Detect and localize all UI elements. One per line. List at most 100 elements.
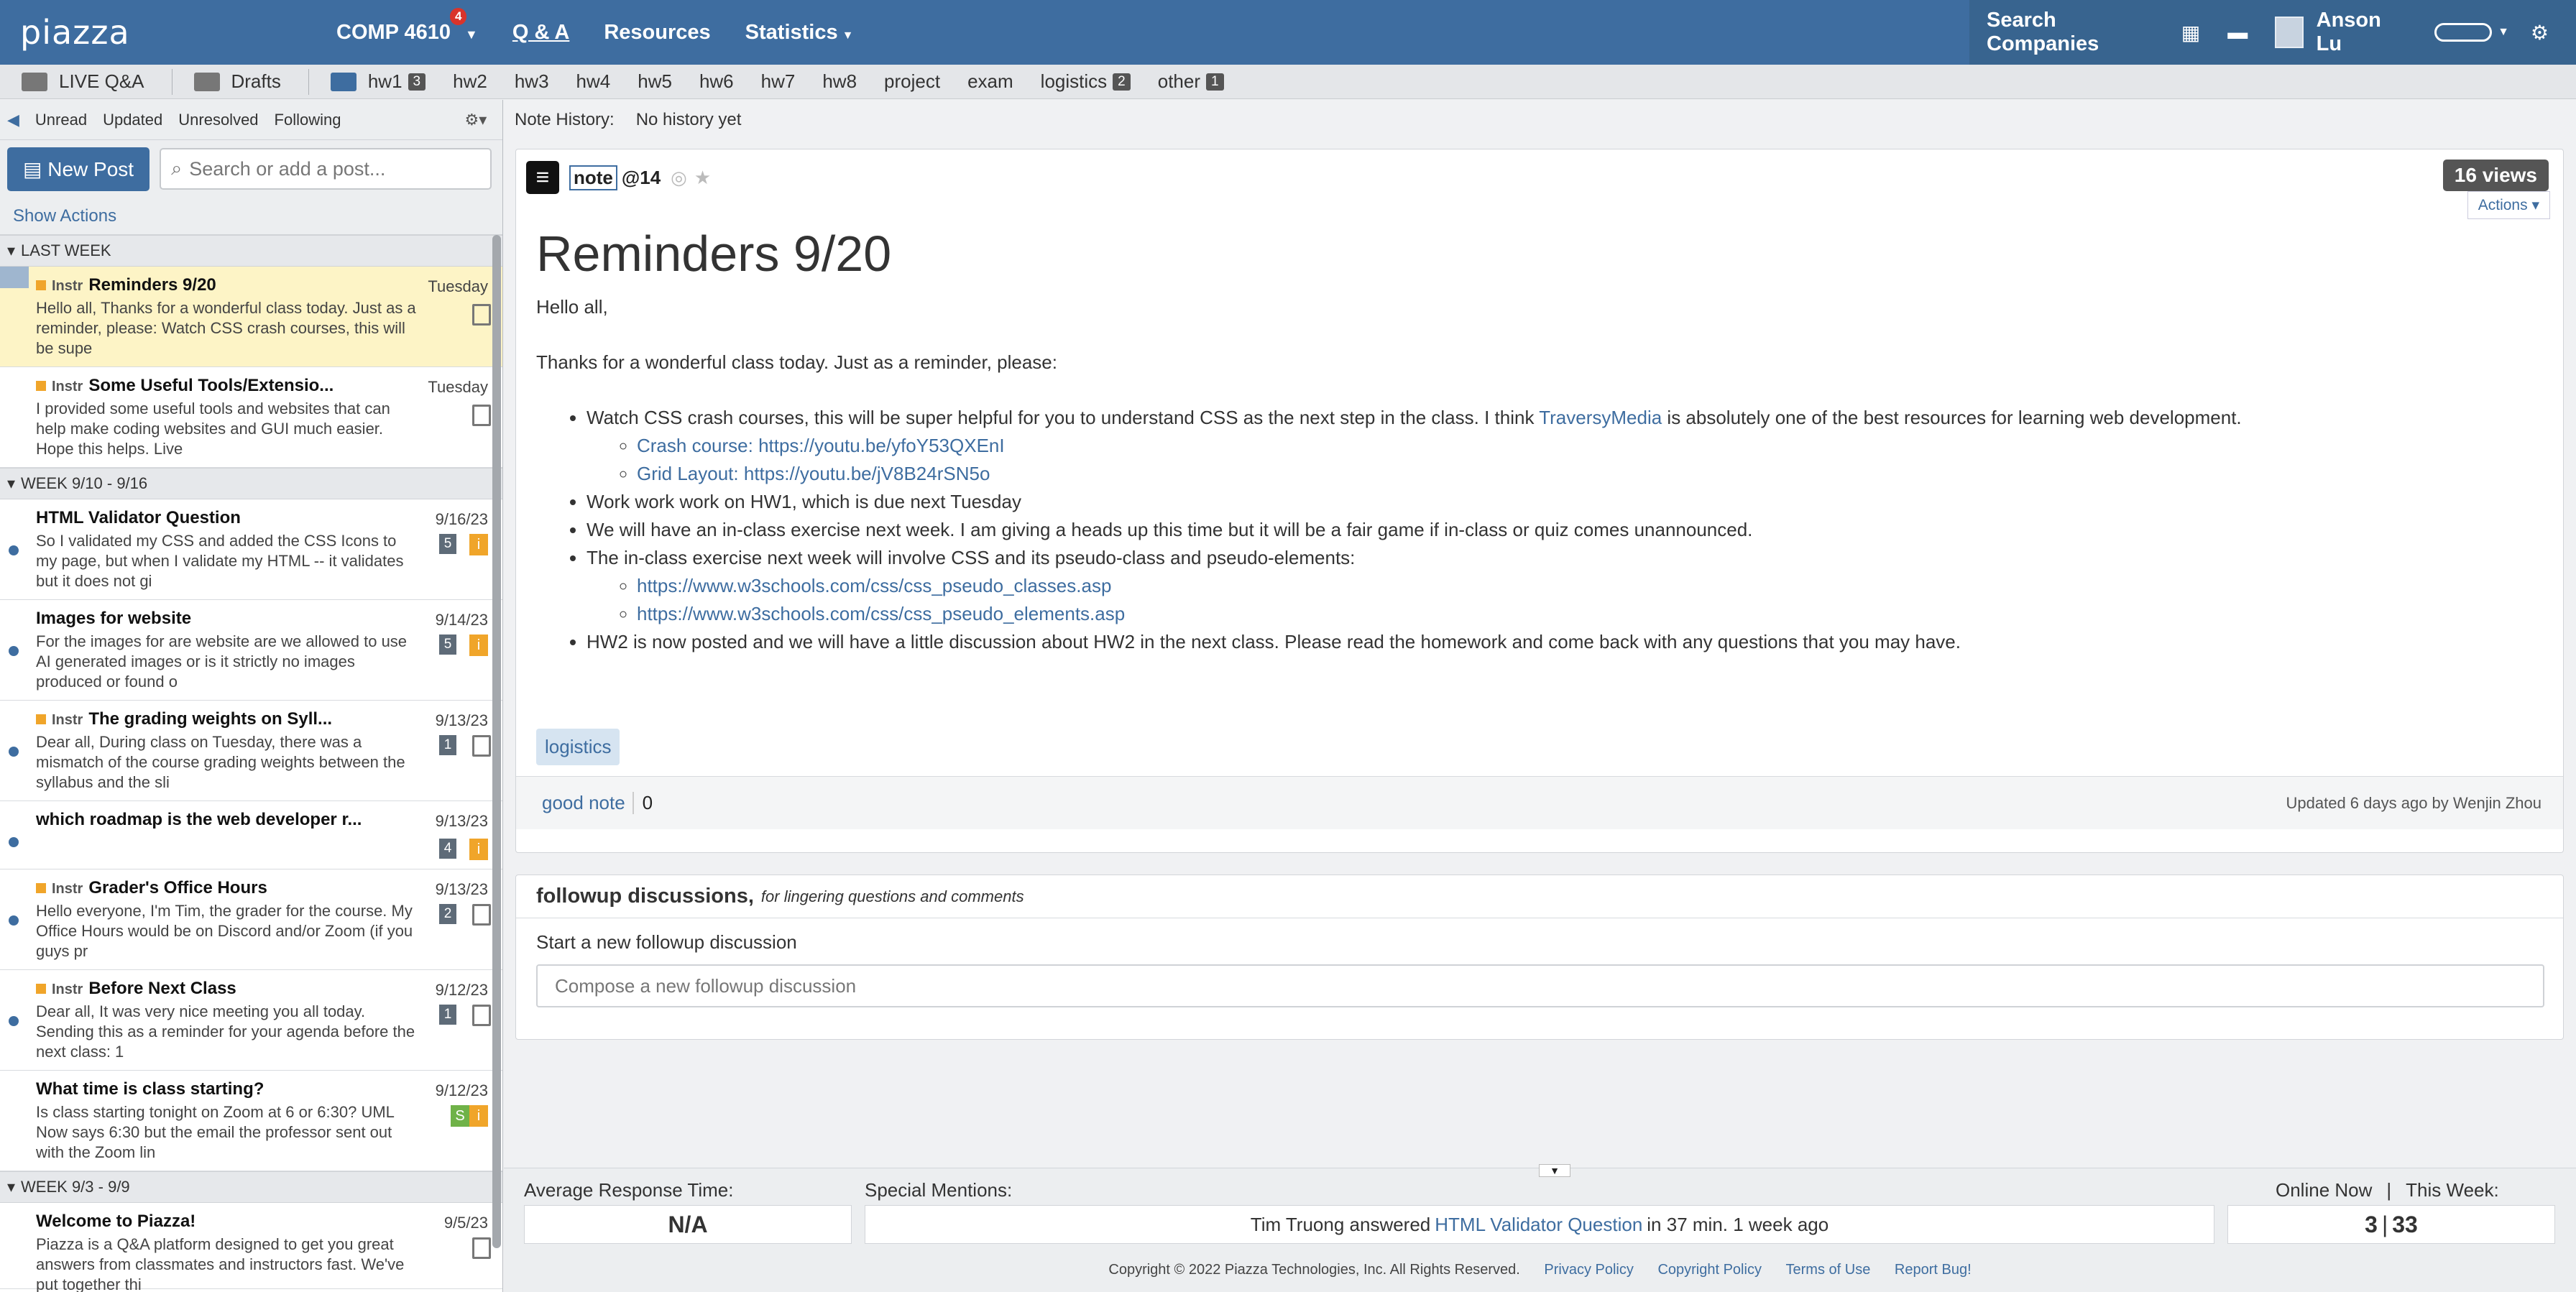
star-icon[interactable]: ★: [694, 167, 711, 189]
folder-hw5[interactable]: hw5: [638, 70, 672, 93]
dropdown-icon[interactable]: [0, 267, 29, 288]
group-header-week-9-3[interactable]: ▾ WEEK 9/3 - 9/9: [0, 1171, 502, 1203]
folder-hw4[interactable]: hw4: [576, 70, 611, 93]
list-item[interactable]: HTML Validator Question 9/16/23 So I vali…: [0, 499, 502, 600]
instructor-answer-icon: i: [469, 839, 488, 860]
folder-live-qa[interactable]: LIVE Q&A: [22, 70, 144, 93]
list-item[interactable]: Instr Some Useful Tools/Extensio... Tuesd…: [0, 367, 502, 468]
list-item[interactable]: which roadmap is the web developer r... 9…: [0, 801, 502, 869]
search-icon: ⌕: [171, 157, 183, 179]
list-item[interactable]: Welcome to Piazza! 9/5/23 Piazza is a Q&A…: [0, 1203, 502, 1292]
list-item[interactable]: Instr The grading weights on Syll... 9/13/…: [0, 701, 502, 801]
group-header-week-9-10[interactable]: ▾ WEEK 9/10 - 9/16: [0, 468, 502, 499]
search-companies-link[interactable]: Search Companies: [1987, 9, 2153, 56]
nav-resources[interactable]: Resources: [604, 21, 710, 45]
list-item[interactable]: What time is class starting? 9/12/23 Is c…: [0, 1071, 502, 1171]
student-answer-icon: S: [451, 1105, 469, 1127]
calendar-icon[interactable]: ▦: [2181, 21, 2200, 45]
note-icon: [472, 405, 491, 426]
expand-arrow-icon[interactable]: ▼: [1539, 1164, 1570, 1177]
folder-hw2[interactable]: hw2: [453, 70, 487, 93]
unread-dot-icon: [9, 915, 19, 926]
scrollbar[interactable]: [492, 235, 501, 1248]
list-item[interactable]: Instr Reminders 9/20 Tuesday Hello all, T…: [0, 267, 502, 367]
traversymedia-link[interactable]: TraversyMedia: [1539, 407, 1662, 428]
folder-hw3[interactable]: hw3: [515, 70, 549, 93]
course-selector[interactable]: COMP 4610 4 ▼: [336, 7, 478, 45]
followup-compose-input[interactable]: Compose a new followup discussion: [536, 964, 2544, 1007]
new-post-button[interactable]: ▤ New Post: [7, 147, 150, 191]
folder-hw1[interactable]: hw1 3: [330, 70, 426, 93]
chat-icon[interactable]: ▬: [2227, 21, 2248, 44]
page-title: Reminders 9/20: [536, 226, 892, 282]
unread-dot-icon: [9, 545, 19, 555]
folder-icon: [330, 72, 356, 91]
grid-layout-link[interactable]: Grid Layout: https://youtu.be/jV8B24rSN5…: [637, 463, 990, 484]
unread-dot-icon: [9, 1016, 19, 1026]
show-actions-link[interactable]: Show Actions: [0, 198, 502, 235]
chevron-down-icon[interactable]: ▼: [2498, 26, 2509, 39]
watch-icon[interactable]: ◎: [671, 167, 687, 189]
views-badge: 16 views: [2442, 160, 2549, 191]
folder-other[interactable]: other 1: [1158, 70, 1224, 93]
avatar[interactable]: [2275, 17, 2304, 48]
updated-text: Updated 6 days ago by Wenjin Zhou: [2286, 793, 2542, 812]
unread-dot-icon: [9, 747, 19, 757]
filter-updated[interactable]: Updated: [103, 111, 162, 129]
gear-icon[interactable]: ⚙: [2531, 21, 2549, 45]
folder-hw7[interactable]: hw7: [761, 70, 796, 93]
note-footer: good note 0 Updated 6 days ago by Wenjin…: [516, 776, 2563, 829]
note-body: Hello all, Thanks for a wonderful class …: [536, 293, 2534, 656]
filter-unread[interactable]: Unread: [35, 111, 87, 129]
terms-link[interactable]: Terms of Use: [1786, 1262, 1871, 1278]
note-view: Note History: No history yet ≡ note @14 ◎…: [504, 100, 2576, 1292]
group-header-last-week[interactable]: ▾ LAST WEEK: [0, 235, 502, 267]
crash-course-link[interactable]: Crash course: https://youtu.be/yfoY53QXE…: [637, 435, 1005, 456]
pseudo-classes-link[interactable]: https://www.w3schools.com/css/css_pseudo…: [637, 575, 1111, 596]
filter-bar: ◀ Unread Updated Unresolved Following ⚙▾: [0, 100, 502, 140]
folder-icon: [22, 72, 47, 91]
folder-icon: [193, 72, 220, 91]
copyright-policy-link[interactable]: Copyright Policy: [1657, 1262, 1762, 1278]
user-name[interactable]: Anson Lu: [2317, 9, 2401, 56]
nav-statistics[interactable]: Statistics ▼: [745, 21, 854, 45]
instructor-answer-icon: i: [469, 1105, 488, 1127]
note-card: ≡ note @14 ◎ ★ 16 views Actions ▾ Remind…: [515, 149, 2564, 853]
mention-post-link[interactable]: HTML Validator Question: [1435, 1214, 1642, 1236]
privacy-policy-link[interactable]: Privacy Policy: [1544, 1262, 1633, 1278]
new-post-row: ▤ New Post ⌕ Search or add a post...: [0, 140, 502, 198]
list-item[interactable]: Instr Before Next Class 9/12/23 Dear all, …: [0, 970, 502, 1071]
good-note-button[interactable]: good note: [542, 792, 634, 814]
account-toggle[interactable]: [2434, 23, 2493, 42]
stats-bar: ▼ Average Response Time: N/A Special Men…: [504, 1164, 2576, 1292]
top-right-tools: Search Companies ▦ ▬ Anson Lu ▼ ⚙: [1969, 0, 2576, 65]
pseudo-elements-link[interactable]: https://www.w3schools.com/css/css_pseudo…: [637, 603, 1125, 624]
folder-project[interactable]: project: [884, 70, 940, 93]
note-history: Note History: No history yet: [515, 110, 742, 129]
actions-dropdown[interactable]: Actions ▾: [2467, 191, 2550, 219]
folder-logistics[interactable]: logistics 2: [1041, 70, 1131, 93]
note-icon: [472, 304, 491, 326]
filter-unresolved[interactable]: Unresolved: [178, 111, 258, 129]
note-icon: [472, 735, 491, 757]
filter-following[interactable]: Following: [275, 111, 341, 129]
folder-drafts[interactable]: Drafts: [193, 70, 281, 93]
avg-response-label: Average Response Time:: [524, 1179, 734, 1201]
online-stats-box: 3 | 33: [2227, 1205, 2555, 1244]
unread-dot-icon: [9, 646, 19, 656]
menu-icon[interactable]: ≡: [526, 161, 559, 194]
list-item[interactable]: Instr Grader's Office Hours 9/13/23 Hello …: [0, 869, 502, 970]
report-bug-link[interactable]: Report Bug!: [1895, 1262, 1972, 1278]
followup-start-label: Start a new followup discussion: [536, 931, 797, 953]
collapse-arrow-icon[interactable]: ◀: [7, 111, 19, 129]
piazza-logo[interactable]: piazza: [20, 13, 336, 52]
document-icon: ▤: [23, 157, 48, 180]
folder-hw8[interactable]: hw8: [822, 70, 857, 93]
list-item[interactable]: Images for website 9/14/23 For the images…: [0, 600, 502, 701]
nav-qa[interactable]: Q & A: [512, 21, 569, 45]
settings-gear-icon[interactable]: ⚙▾: [464, 111, 487, 129]
search-input[interactable]: ⌕ Search or add a post...: [160, 148, 492, 190]
folder-hw6[interactable]: hw6: [699, 70, 734, 93]
folder-exam[interactable]: exam: [967, 70, 1013, 93]
tag-logistics[interactable]: logistics: [536, 729, 620, 765]
